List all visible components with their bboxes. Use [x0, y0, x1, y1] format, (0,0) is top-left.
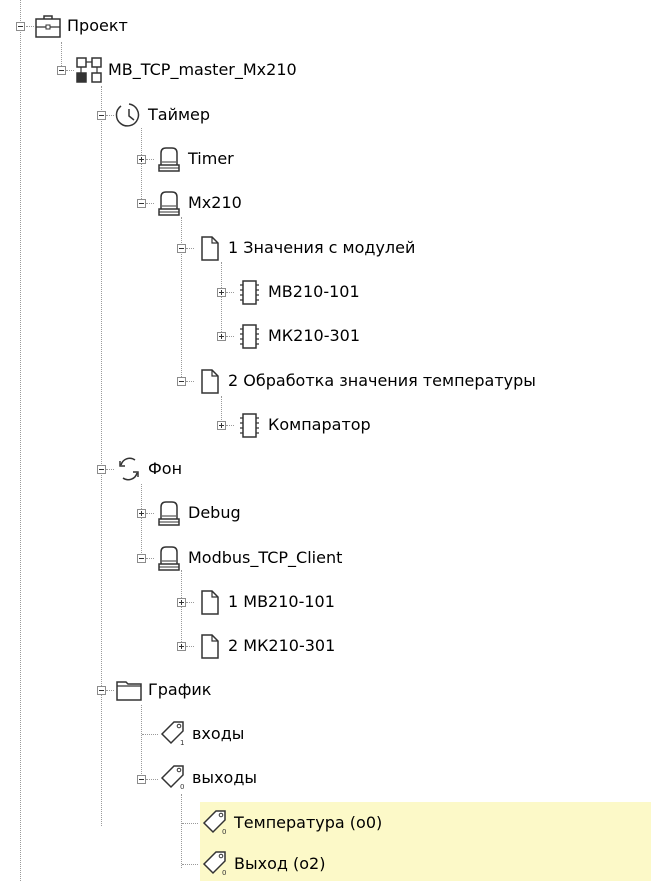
tree-item-mx210[interactable]: Mx210: [185, 189, 245, 217]
clock-icon: [115, 101, 143, 129]
page-icon: [195, 588, 223, 616]
chip-icon: [235, 411, 263, 439]
expand-toggle[interactable]: [177, 642, 186, 651]
folder-icon: [115, 676, 143, 704]
tree-item-application[interactable]: MB_TCP_master_Mx210: [105, 56, 300, 84]
tree-line: [106, 690, 114, 691]
tree-line: [106, 469, 114, 470]
svg-text:0: 0: [180, 783, 184, 790]
tree-line: [146, 203, 154, 204]
page-icon: [195, 632, 223, 660]
tree-line: [26, 26, 34, 27]
chip-icon: [235, 322, 263, 350]
tree-line: [142, 734, 158, 735]
tree-line: [146, 779, 158, 780]
tree-line: [186, 381, 194, 382]
tree-item-project[interactable]: Проект: [64, 12, 131, 40]
collapse-toggle[interactable]: [177, 377, 186, 386]
tree-line: [186, 248, 194, 249]
tree-line: [182, 864, 198, 865]
briefcase-icon: [34, 12, 62, 40]
tree-line: [141, 128, 142, 203]
tree-item-page-temperature[interactable]: 2 Обработка значения температуры: [225, 367, 539, 395]
tag-icon: 0: [201, 807, 229, 835]
page-icon: [195, 234, 223, 262]
stack-icon: [155, 189, 183, 217]
collapse-toggle[interactable]: [137, 775, 146, 784]
tree-item-timer[interactable]: Timer: [185, 145, 237, 173]
tree-line: [181, 217, 182, 379]
tree-item-outputs[interactable]: выходы: [189, 764, 260, 792]
tree-line: [226, 336, 234, 337]
tree-line: [141, 705, 142, 780]
collapse-toggle[interactable]: [57, 66, 66, 75]
stack-icon: [155, 544, 183, 572]
tree-item-page-values[interactable]: 1 Значения с модулей: [225, 234, 418, 262]
expand-toggle[interactable]: [217, 421, 226, 430]
svg-text:0: 0: [222, 828, 226, 835]
expand-toggle[interactable]: [137, 509, 146, 518]
tree-line: [66, 70, 74, 71]
expand-toggle[interactable]: [217, 288, 226, 297]
tree-line: [181, 794, 182, 868]
tag-icon: 0: [159, 762, 187, 790]
collapse-toggle[interactable]: [97, 686, 106, 695]
tree-item-mv210[interactable]: МВ210-101: [265, 278, 363, 306]
collapse-toggle[interactable]: [177, 244, 186, 253]
chip-icon: [235, 278, 263, 306]
tree-item-output[interactable]: Выход (o2): [231, 850, 328, 878]
tree-line: [186, 646, 194, 647]
svg-text:1: 1: [180, 739, 184, 746]
stack-icon: [155, 499, 183, 527]
collapse-toggle[interactable]: [137, 199, 146, 208]
collapse-toggle[interactable]: [97, 111, 106, 120]
tree-line: [186, 602, 194, 603]
cycle-icon: [115, 455, 143, 483]
collapse-toggle[interactable]: [16, 22, 25, 31]
tree-line: [146, 513, 154, 514]
app-blocks-icon: [75, 56, 103, 84]
tree-line: [181, 570, 182, 644]
tree-line: [146, 558, 154, 559]
tag-icon: 0: [201, 848, 229, 876]
tree-line: [146, 159, 154, 160]
tree-line: [182, 823, 198, 824]
tree-line: [141, 484, 142, 559]
tree-item-mk210[interactable]: МК210-301: [265, 322, 363, 350]
expand-toggle[interactable]: [177, 598, 186, 607]
collapse-toggle[interactable]: [137, 554, 146, 563]
tree-item-client-mk[interactable]: 2 МК210-301: [225, 632, 338, 660]
tree-item-debug[interactable]: Debug: [185, 499, 244, 527]
tree-item-modbus-client[interactable]: Modbus_TCP_Client: [185, 544, 345, 572]
svg-text:0: 0: [222, 869, 226, 876]
tree-item-timer-task[interactable]: Таймер: [145, 101, 213, 129]
tree-line: [106, 115, 114, 116]
page-icon: [195, 367, 223, 395]
expand-toggle[interactable]: [217, 332, 226, 341]
tree-item-comparator[interactable]: Компаратор: [265, 411, 374, 439]
stack-icon: [155, 145, 183, 173]
tree-line: [226, 292, 234, 293]
tree-item-graph[interactable]: График: [145, 676, 214, 704]
tree-line: [221, 262, 222, 336]
tree-item-temperature[interactable]: Температура (o0): [231, 809, 385, 837]
tag-icon: 1: [159, 718, 187, 746]
tree-line: [101, 86, 102, 826]
tree-line: [226, 425, 234, 426]
tree-item-inputs[interactable]: входы: [189, 720, 247, 748]
expand-toggle[interactable]: [137, 155, 146, 164]
tree-item-client-mv[interactable]: 1 МВ210-101: [225, 588, 338, 616]
tree-line: [20, 0, 21, 881]
collapse-toggle[interactable]: [97, 465, 106, 474]
tree-item-background-task[interactable]: Фон: [145, 455, 185, 483]
project-tree: Проект MB_TCP_master_Mx210 Таймер Timer …: [0, 0, 651, 881]
